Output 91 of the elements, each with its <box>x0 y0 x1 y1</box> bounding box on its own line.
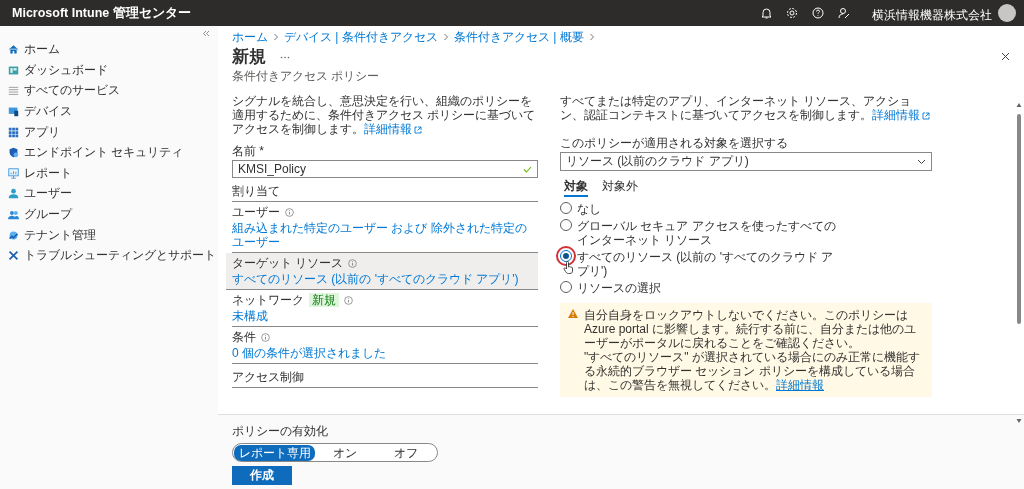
sidebar-item[interactable]: ユーザー <box>8 186 218 202</box>
help-icon[interactable] <box>812 7 824 19</box>
sidebar-item[interactable]: アプリ <box>8 124 218 140</box>
sidebar-item[interactable]: デバイス <box>8 103 218 120</box>
section-link[interactable]: 未構成 <box>232 309 532 323</box>
info-icon <box>261 332 270 342</box>
field-label: ポリシーの有効化 <box>232 423 329 440</box>
section-link[interactable]: 0 個の条件が選択されました <box>232 346 532 360</box>
section[interactable]: ネットワーク 新規 未構成 <box>232 290 538 327</box>
account-name[interactable]: 横浜情報機器株式会社 <box>872 6 992 24</box>
avatar[interactable] <box>998 4 1016 22</box>
tenant-icon <box>8 229 19 241</box>
tools-icon <box>8 250 19 262</box>
page-subtitle: 条件付きアクセス ポリシー <box>231 68 381 85</box>
tab[interactable]: 対象 <box>564 179 588 197</box>
info-icon <box>285 207 294 217</box>
radio-label: グローバル セキュア アクセスを使ったすべてのインターネット リソース <box>577 219 837 247</box>
users-icon <box>8 209 19 221</box>
scrollbar[interactable] <box>1016 102 1022 424</box>
report-icon <box>8 167 19 179</box>
sidebar-item[interactable]: トラブルシューティングとサポート <box>8 247 218 264</box>
field-label: このポリシーが適用される対象を選択する <box>560 136 789 150</box>
info-icon <box>344 295 353 305</box>
learn-more-link[interactable]: 詳細情報 <box>776 378 824 392</box>
sidebar-item[interactable]: すべてのサービス <box>8 83 218 99</box>
user-icon <box>8 188 19 200</box>
chevron-right-icon <box>588 33 595 41</box>
radio-button[interactable] <box>560 219 572 231</box>
toggle-option[interactable]: レポート専用 <box>234 444 316 461</box>
section-link[interactable]: すべてのリソース (以前の 'すべてのクラウド アプリ') <box>232 272 532 286</box>
resource-dropdown[interactable]: リソース (以前のクラウド アプリ) <box>560 152 932 171</box>
section-heading: アクセス制御 <box>232 364 538 388</box>
section-label: ユーザー <box>232 205 280 219</box>
sidebar-item[interactable]: ダッシュボード <box>8 62 218 79</box>
hand-cursor-icon <box>563 261 574 274</box>
section-heading: 割り当て <box>232 178 538 202</box>
settings-icon[interactable] <box>786 7 798 19</box>
breadcrumb-link[interactable]: 条件付きアクセス | 概要 <box>453 28 584 46</box>
radio-label: すべてのリソース (以前の 'すべてのクラウド アプリ') <box>577 250 835 278</box>
shield-icon <box>8 147 19 159</box>
learn-more-link[interactable]: 詳細情報 <box>872 108 930 122</box>
app-title: Microsoft Intune 管理センター <box>12 4 192 22</box>
collapse-icon[interactable] <box>202 30 210 37</box>
radio-label: なし <box>577 202 601 216</box>
dashboard-icon <box>8 64 19 76</box>
description-text: すべてまたは特定のアプリ、インターネット リソース、アクション、認証コンテキストに基づいてアクセスを制御します。詳細情報 <box>560 94 932 122</box>
sidebar-item[interactable]: テナント管理 <box>8 227 218 243</box>
section-link[interactable]: 組み込まれた特定のユーザー および 除外された特定のユーザー <box>232 221 532 249</box>
section[interactable]: 条件 0 個の条件が選択されました <box>232 327 538 364</box>
new-badge: 新規 <box>309 293 339 307</box>
page-title: 新規 <box>232 47 266 67</box>
feedback-icon[interactable] <box>838 7 850 19</box>
checkmark-icon <box>523 165 532 173</box>
selected-section[interactable]: ターゲット リソース すべてのリソース (以前の 'すべてのクラウド アプリ') <box>226 253 538 290</box>
sidebar-item[interactable]: レポート <box>8 165 218 182</box>
close-icon[interactable] <box>1001 52 1010 61</box>
radio-button[interactable] <box>560 202 572 214</box>
warning-icon <box>568 309 578 318</box>
chevron-right-icon <box>273 33 279 41</box>
home-icon <box>8 44 19 56</box>
learn-more-link[interactable]: 詳細情報 <box>364 122 422 136</box>
sidebar-item[interactable]: ホーム <box>8 42 218 58</box>
list-icon <box>8 85 19 97</box>
warning-text: "すべてのリソース" が選択されている場合にのみ正常に機能する永続的ブラウザー セッション ポリシーを構成している場合は、この警告を無視してください。詳細情報 <box>584 350 921 392</box>
monitor-icon <box>8 106 19 118</box>
chevron-right-icon <box>442 33 449 41</box>
bell-icon[interactable] <box>761 7 772 19</box>
section-label: ネットワーク <box>232 293 304 307</box>
section-label: ターゲット リソース <box>232 256 344 270</box>
chevron-down-icon <box>917 158 926 165</box>
sidebar-item[interactable]: エンドポイント セキュリティ <box>8 144 218 161</box>
breadcrumb-link[interactable]: ホーム <box>232 28 268 46</box>
radio-label: リソースの選択 <box>577 281 661 295</box>
create-button[interactable]: 作成 <box>232 466 292 485</box>
radio-button[interactable] <box>560 281 572 293</box>
external-link-icon <box>922 112 930 120</box>
breadcrumb-link[interactable]: デバイス | 条件付きアクセス <box>284 28 438 46</box>
warning-text: 自分自身をロックアウトしないでください。このポリシーは Azure portal に影響します。続行する前に、自分または他のユーザーがポータルに戻れることをご確認ください。 <box>584 308 918 350</box>
more-icon[interactable] <box>280 55 290 59</box>
toggle-option[interactable]: オフ <box>375 444 436 461</box>
tab[interactable]: 対象外 <box>602 179 638 197</box>
info-icon <box>348 258 358 268</box>
grid-icon <box>8 126 19 138</box>
field-label: 名前 * <box>232 144 265 158</box>
sidebar-item[interactable]: グループ <box>8 206 218 223</box>
section-label: 条件 <box>232 330 256 344</box>
external-link-icon <box>414 126 422 134</box>
name-input[interactable]: KMSI_Policy <box>232 160 538 178</box>
description-text: シグナルを統合し、意思決定を行い、組織のポリシーを適用するために、条件付きアクセス ポリシーに基づいてアクセスを制御します。詳細情報 <box>232 94 537 136</box>
radio-button[interactable] <box>560 250 572 262</box>
toggle-option[interactable]: オン <box>315 444 376 461</box>
